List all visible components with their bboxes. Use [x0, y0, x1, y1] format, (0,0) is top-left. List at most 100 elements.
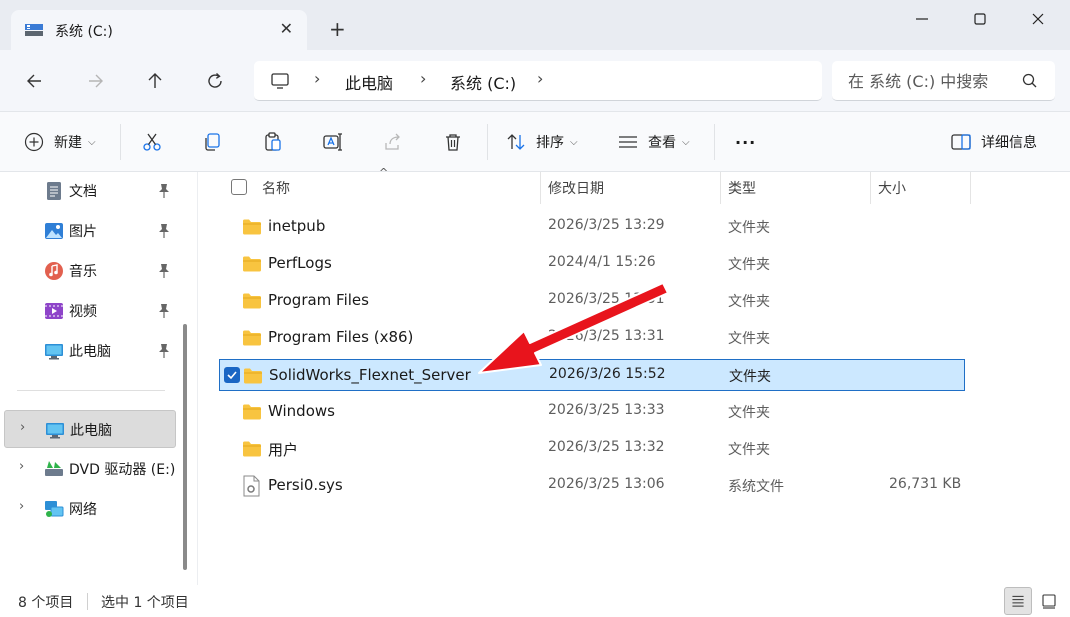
file-row[interactable]: PerfLogs 2024/4/1 15:26 文件夹 — [219, 248, 965, 280]
sort-ascending-icon: ^ — [379, 166, 389, 179]
file-size: 26,731 KB — [889, 476, 962, 492]
chevron-right-icon[interactable]: › — [19, 459, 24, 474]
pictures-icon — [45, 223, 63, 239]
maximize-icon[interactable] — [969, 8, 991, 30]
file-type: 文件夹 — [728, 220, 770, 236]
sidebar-item-this-pc-pinned[interactable]: 此电脑 — [4, 332, 176, 370]
close-window-icon[interactable] — [1027, 8, 1049, 30]
refresh-icon[interactable] — [204, 70, 226, 92]
status-bar: 8 个项目 选中 1 个项目 — [0, 585, 1070, 617]
new-button[interactable]: 新建 ⌵ — [23, 130, 96, 154]
chevron-right-icon[interactable]: › — [314, 69, 320, 88]
copy-icon — [205, 133, 220, 151]
sidebar-scrollbar[interactable] — [183, 324, 187, 570]
sort-button[interactable]: 排序 ⌵ — [505, 130, 578, 154]
chevron-down-icon: ⌵ — [570, 136, 578, 148]
share-button[interactable] — [382, 130, 404, 154]
file-row[interactable]: Persi0.sys 2026/3/25 13:06 系统文件 26,731 K… — [219, 470, 965, 502]
file-row[interactable]: Windows 2026/3/25 13:33 文件夹 — [219, 396, 965, 428]
status-divider — [87, 593, 88, 610]
copy-button[interactable] — [201, 130, 223, 154]
up-icon[interactable] — [144, 70, 166, 92]
chevron-right-icon[interactable]: › — [420, 69, 426, 88]
breadcrumb-drive-c[interactable]: 系统 (C:) — [450, 70, 516, 94]
file-list: ^ 名称 修改日期 类型 大小 inetpub 2026/3/25 13:29 … — [199, 166, 1070, 585]
file-name: Program Files — [268, 291, 369, 309]
pin-icon[interactable] — [157, 223, 171, 239]
sidebar-item-this-pc[interactable]: › 此电脑 — [4, 410, 176, 448]
file-row[interactable]: Program Files 2026/3/25 13:31 文件夹 — [219, 285, 965, 317]
sidebar-item-videos[interactable]: 视频 — [4, 292, 176, 330]
cut-button[interactable] — [141, 130, 163, 154]
sidebar-item-dvd-drive[interactable]: › DVD 驱动器 (E:) — [4, 450, 180, 488]
select-all-checkbox[interactable] — [231, 179, 247, 195]
tab-drive-c[interactable]: 系统 (C:) ✕ — [11, 10, 307, 50]
sidebar-item-music[interactable]: 音乐 — [4, 252, 176, 290]
title-bar: 系统 (C:) ✕ + — [0, 0, 1070, 50]
checkbox-checked-icon[interactable] — [224, 367, 240, 383]
pin-icon[interactable] — [157, 183, 171, 199]
file-type: 系统文件 — [728, 479, 784, 495]
search-icon[interactable] — [1021, 72, 1039, 90]
pin-icon[interactable] — [157, 263, 171, 279]
paste-button[interactable] — [262, 130, 284, 154]
file-type: 文件夹 — [728, 331, 770, 347]
column-header-name[interactable]: 名称 — [262, 172, 290, 204]
more-options-button[interactable]: ··· — [735, 130, 756, 154]
search-input[interactable] — [848, 69, 1018, 93]
breadcrumb-this-pc[interactable]: 此电脑 — [345, 70, 393, 94]
details-pane-button[interactable]: 详细信息 — [950, 130, 1037, 154]
address-bar[interactable]: › 此电脑 › 系统 (C:) › — [254, 61, 822, 101]
pin-icon[interactable] — [157, 303, 171, 319]
file-date: 2026/3/25 13:29 — [548, 217, 665, 233]
forward-icon[interactable] — [84, 70, 106, 92]
view-button[interactable]: 查看 ⌵ — [617, 130, 690, 154]
column-divider[interactable] — [540, 172, 541, 204]
item-count: 8 个项目 — [18, 595, 74, 611]
column-header-size[interactable]: 大小 — [878, 172, 906, 204]
file-row[interactable]: Program Files (x86) 2026/3/25 13:31 文件夹 — [219, 322, 965, 354]
chevron-right-icon[interactable]: › — [20, 420, 25, 435]
column-divider[interactable] — [720, 172, 721, 204]
sidebar-item-label: 此电脑 — [70, 423, 112, 439]
chevron-right-icon[interactable]: › — [19, 499, 24, 514]
file-row[interactable]: 用户 2026/3/25 13:32 文件夹 — [219, 433, 965, 465]
file-row-selected[interactable]: SolidWorks_Flexnet_Server 2026/3/26 15:5… — [219, 359, 965, 391]
sort-icon — [507, 134, 525, 150]
file-row[interactable]: inetpub 2026/3/25 13:29 文件夹 — [219, 211, 965, 243]
folder-icon — [243, 441, 261, 457]
column-divider[interactable] — [870, 172, 871, 204]
file-type: 文件夹 — [729, 369, 771, 385]
search-box[interactable] — [832, 61, 1055, 101]
column-divider[interactable] — [970, 172, 971, 204]
chevron-right-icon[interactable]: › — [537, 69, 543, 88]
sidebar-item-label: 图片 — [69, 224, 97, 240]
sidebar-divider — [17, 390, 165, 391]
column-header-date[interactable]: 修改日期 — [548, 172, 604, 204]
command-bar: 新建 ⌵ 排序 ⌵ 查看 ⌵ ··· 详细信息 — [0, 112, 1070, 172]
column-header-type[interactable]: 类型 — [728, 172, 756, 204]
navigation-bar: › 此电脑 › 系统 (C:) › — [0, 50, 1070, 112]
close-tab-icon[interactable]: ✕ — [280, 19, 293, 38]
pin-icon[interactable] — [157, 343, 171, 359]
sidebar-item-network[interactable]: › 网络 — [4, 490, 176, 528]
rename-button[interactable] — [322, 130, 344, 154]
delete-button[interactable] — [442, 130, 464, 154]
rename-icon — [323, 133, 342, 151]
file-name: PerfLogs — [268, 254, 332, 272]
file-name: Persi0.sys — [268, 476, 343, 494]
file-name: SolidWorks_Flexnet_Server — [269, 366, 471, 384]
sidebar-item-documents[interactable]: 文档 — [4, 172, 176, 210]
sidebar-item-label: 文档 — [69, 184, 97, 200]
details-view-icon[interactable] — [1004, 587, 1032, 615]
new-tab-button[interactable]: + — [329, 19, 346, 39]
minimize-icon[interactable] — [911, 8, 933, 30]
sidebar-item-label: 此电脑 — [69, 344, 111, 360]
tiles-view-icon[interactable] — [1035, 587, 1063, 615]
toolbar-divider — [714, 124, 715, 160]
file-type: 文件夹 — [728, 442, 770, 458]
folder-icon — [243, 256, 261, 272]
file-name: Program Files (x86) — [268, 328, 414, 346]
sidebar-item-pictures[interactable]: 图片 — [4, 212, 176, 250]
back-icon[interactable] — [24, 70, 46, 92]
